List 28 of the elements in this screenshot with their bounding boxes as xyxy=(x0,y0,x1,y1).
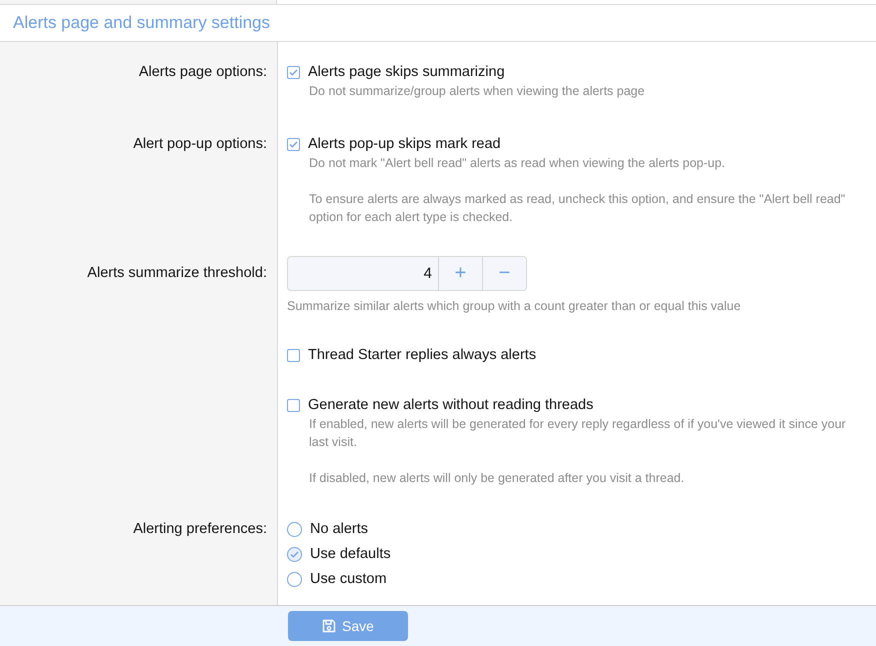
hint-text: Summarize similar alerts which group with a count greater than or equal this value xyxy=(287,298,742,315)
hint-text: To ensure alerts are always marked as read, uncheck this option, and ensure the "Alert bell read" option for each alert type is checked. xyxy=(309,191,846,226)
check-icon xyxy=(289,140,298,148)
checkbox[interactable] xyxy=(287,138,300,150)
checkbox-option[interactable]: Thread Starter replies always alerts xyxy=(287,347,866,363)
radio-option[interactable]: Use custom xyxy=(287,571,866,587)
field-label: Alert pop-up options: xyxy=(133,136,267,152)
radio-button[interactable] xyxy=(287,572,302,586)
check-icon xyxy=(289,68,298,76)
radio-button[interactable] xyxy=(287,546,302,562)
field-label: Alerts page options: xyxy=(138,64,267,80)
checkbox[interactable] xyxy=(287,66,300,78)
hint-text: Do not mark "Alert bell read" alerts as read when viewing the alerts pop-up. xyxy=(309,155,726,172)
checkbox[interactable] xyxy=(287,398,300,412)
checkbox-option[interactable]: Generate new alerts without reading threads xyxy=(287,397,866,413)
checkbox-option[interactable]: Alerts pop-up skips mark read xyxy=(287,136,866,152)
radio-option[interactable]: Use defaults xyxy=(287,546,866,562)
hint-text: If enabled, new alerts will be generated for every reply regardless of if you've viewed it since your last visit. xyxy=(309,416,847,451)
field-label: Alerts summarize threshold: xyxy=(87,265,267,281)
radio-button[interactable] xyxy=(287,522,302,536)
checkbox-option[interactable]: Alerts page skips summarizing xyxy=(287,64,866,80)
hint-text: Do not summarize/group alerts when viewing the alerts page xyxy=(309,83,646,100)
check-icon xyxy=(290,550,299,558)
field-label: Alerting preferences: xyxy=(133,521,267,537)
hint-text: If disabled, new alerts will only be generated after you visit a thread. xyxy=(309,470,686,487)
floppy-disk-icon xyxy=(322,619,336,633)
checkbox[interactable] xyxy=(287,348,300,362)
radio-option[interactable]: No alerts xyxy=(287,521,866,537)
